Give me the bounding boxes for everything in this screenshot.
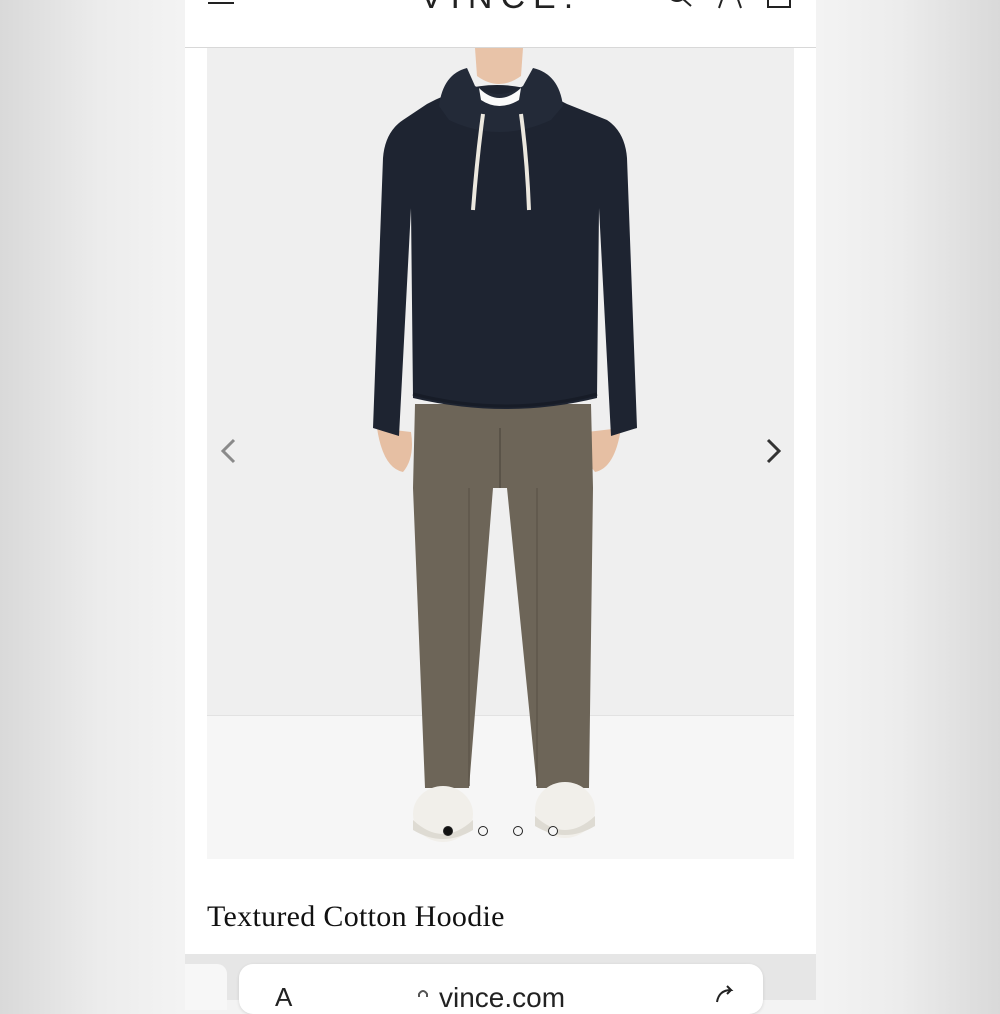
phone-viewport: VINCE. [185,0,816,1000]
carousel-dot[interactable] [478,826,488,836]
reload-icon[interactable] [713,984,739,1006]
carousel-dot[interactable] [548,826,558,836]
site-header: VINCE. [185,0,816,48]
carousel-indicators [207,826,794,840]
carousel-dot[interactable] [513,826,523,836]
search-icon[interactable] [665,0,695,10]
chevron-right-icon[interactable] [757,436,787,466]
chevron-left-icon[interactable] [215,436,245,466]
carousel-dot[interactable] [443,826,453,836]
tabs-button[interactable] [185,964,227,1010]
brand-logo[interactable]: VINCE. [385,0,616,17]
account-icon[interactable] [715,0,745,10]
product-image-gallery[interactable] [207,48,794,859]
hamburger-menu-icon[interactable] [208,0,236,6]
shopping-bag-icon[interactable] [765,0,795,10]
product-photo [373,48,637,842]
text-size-button[interactable]: A [275,982,292,1013]
url-text[interactable]: vince.com [439,982,565,1014]
browser-toolbar: A vince.com [185,954,816,1014]
address-bar[interactable]: A vince.com [239,964,763,1014]
product-title: Textured Cotton Hoodie [207,900,505,933]
lock-icon [418,990,428,997]
